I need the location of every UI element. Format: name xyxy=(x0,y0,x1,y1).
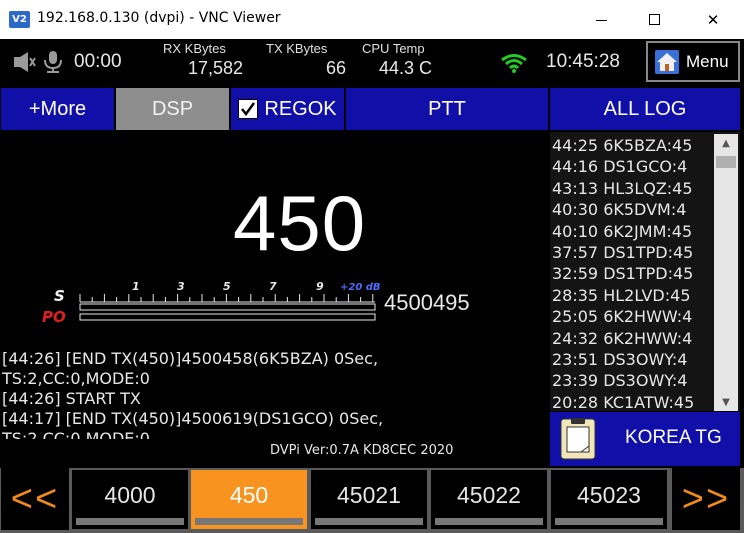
tab-indicator xyxy=(195,518,303,525)
log-scrollbar[interactable]: ▲ ▼ xyxy=(714,134,738,411)
frequency-readout: 4500495 xyxy=(384,290,470,315)
wifi-icon xyxy=(501,54,527,73)
meter-scale-label: 5 xyxy=(223,280,231,293)
meter-scale-label: 9 xyxy=(316,280,324,293)
meter-ticks xyxy=(79,294,374,302)
activity-log-line: [44:17] [END TX(450)]4500619(DS1GCO) 0Se… xyxy=(2,409,384,428)
next-page-button[interactable]: >> xyxy=(672,468,740,530)
meter-scale-label: 3 xyxy=(177,280,185,293)
cpu-temp-stat: CPU Temp 44.3 C xyxy=(362,41,442,79)
call-log-row[interactable]: 28:35 HL2LVD:45 xyxy=(552,286,691,309)
tx-value: 66 xyxy=(325,58,346,78)
korea-tg-button[interactable]: KOREA TG xyxy=(550,412,740,466)
tab-indicator xyxy=(555,518,663,525)
microphone-muted-icon[interactable] xyxy=(42,50,64,74)
rx-label: RX KBytes xyxy=(163,41,226,56)
regok-checkbox[interactable] xyxy=(238,99,259,119)
korea-tg-label: KOREA TG xyxy=(625,427,722,448)
meter-scale-label: +20 dB xyxy=(340,282,380,293)
activity-log-line: [44:26] [END TX(450)]4500458(6K5BZA) 0Se… xyxy=(2,349,379,368)
meter-scale-label: 1 xyxy=(132,280,140,293)
dsp-button[interactable]: DSP xyxy=(116,88,229,130)
meter-po-label: PO xyxy=(42,308,66,326)
scroll-thumb[interactable] xyxy=(716,156,736,168)
all-log-button[interactable]: ALL LOG xyxy=(550,88,740,130)
home-icon xyxy=(655,49,679,74)
talkgroup-tab[interactable]: 45022 xyxy=(431,470,547,529)
talkgroup-tab[interactable]: 4000 xyxy=(72,470,188,529)
regok-label: REGOK xyxy=(264,97,337,120)
minimize-button[interactable] xyxy=(578,0,624,39)
tab-indicator xyxy=(76,518,184,525)
speaker-muted-icon[interactable] xyxy=(12,51,36,73)
maximize-button[interactable] xyxy=(631,0,677,39)
cpu-label: CPU Temp xyxy=(362,41,425,56)
call-log-row[interactable]: 20:28 KC1ATW:45 xyxy=(552,393,694,411)
talkgroup-tab[interactable]: 45023 xyxy=(551,470,667,529)
talkgroup-tab-label: 45023 xyxy=(577,482,641,508)
talkgroup-tab[interactable]: 45021 xyxy=(311,470,427,529)
menu-label: Menu xyxy=(686,51,729,71)
scroll-up-icon[interactable]: ▲ xyxy=(714,134,738,152)
status-bar: 00:00 RX KBytes 17,582 TX KBytes 66 CPU … xyxy=(0,39,744,85)
call-log-row[interactable]: 32:59 DS1TPD:45 xyxy=(552,264,693,287)
tx-label: TX KBytes xyxy=(266,41,328,56)
call-log-list[interactable]: 44:25 6K5BZA:45 44:16 DS1GCO:4 43:13 HL3LQ… xyxy=(550,132,740,411)
talkgroup-tab-label: 45022 xyxy=(457,482,521,508)
meter-scale-labels: 1 3 5 7 9 +20 dB xyxy=(132,280,380,293)
meter-scale-label: 7 xyxy=(269,280,277,293)
ptt-button[interactable]: PTT xyxy=(346,88,548,130)
call-log-row[interactable]: 43:13 HL3LQZ:45 xyxy=(552,179,693,202)
vnc-app-icon: V2 xyxy=(9,11,30,28)
checkmark-icon xyxy=(241,102,256,117)
call-log-row[interactable]: 44:16 DS1GCO:4 xyxy=(552,157,687,180)
window-title: 192.168.0.130 (dvpi) - VNC Viewer xyxy=(37,10,281,26)
maximize-icon xyxy=(648,14,660,25)
signal-meter: S PO 1 3 5 7 9 +20 dB xyxy=(42,280,380,326)
more-button[interactable]: +More xyxy=(1,88,114,130)
talkgroup-tab-label: 4000 xyxy=(104,482,156,508)
version-label: DVPi Ver:0.7A KD8CEC 2020 xyxy=(270,443,454,458)
talkgroup-tab-label: 450 xyxy=(229,482,269,508)
call-log-row[interactable]: 40:10 6K2JMM:45 xyxy=(552,222,692,245)
tx-kbytes-stat: TX KBytes 66 xyxy=(266,41,346,79)
window-titlebar: V2 192.168.0.130 (dvpi) - VNC Viewer ✕ xyxy=(0,0,744,39)
close-button[interactable]: ✕ xyxy=(690,0,736,39)
rx-kbytes-stat: RX KBytes 17,582 xyxy=(163,41,243,79)
call-log-row[interactable]: 23:39 DS3OWY:4 xyxy=(552,371,687,394)
scroll-down-icon[interactable]: ▼ xyxy=(714,393,738,411)
clipboard-icon xyxy=(560,418,596,460)
call-log-row[interactable]: 23:51 DS3OWY:4 xyxy=(552,350,687,373)
activity-log-line: TS:2,CC:0,MODE:0 xyxy=(2,429,150,439)
meter-bar-po xyxy=(79,313,376,321)
cpu-value: 44.3 C xyxy=(379,58,433,78)
call-log-row[interactable]: 25:05 6K2HWW:4 xyxy=(552,307,692,330)
meter-s-label: S xyxy=(54,287,65,305)
call-log-row[interactable]: 37:57 DS1TPD:45 xyxy=(552,243,693,266)
tab-indicator xyxy=(315,518,423,525)
activity-log: [44:26] [END TX(450)]4500458(6K5BZA) 0Se… xyxy=(2,349,542,439)
tx-timer: 00:00 xyxy=(74,51,122,72)
meter-bar-s xyxy=(79,303,376,311)
talkgroup-display: 450 xyxy=(233,179,367,267)
call-log-row[interactable]: 44:25 6K5BZA:45 xyxy=(552,136,692,159)
rx-value: 17,582 xyxy=(187,58,243,78)
close-icon: ✕ xyxy=(706,10,720,29)
menu-button[interactable]: Menu xyxy=(646,41,740,82)
prev-page-button[interactable]: << xyxy=(1,468,69,530)
talkgroup-tab[interactable]: 450 xyxy=(191,470,307,529)
clock: 10:45:28 xyxy=(546,51,620,72)
minimize-icon xyxy=(595,20,607,21)
call-log-row[interactable]: 40:30 6K5DVM:4 xyxy=(552,200,686,223)
activity-log-line: [44:26] START TX xyxy=(2,389,141,408)
regok-button[interactable]: REGOK xyxy=(231,88,344,130)
call-log-row[interactable]: 24:32 6K2HWW:4 xyxy=(552,329,692,352)
tab-indicator xyxy=(435,518,543,525)
activity-log-line: TS:2,CC:0,MODE:0 xyxy=(2,369,150,388)
talkgroup-tab-label: 45021 xyxy=(337,482,401,508)
